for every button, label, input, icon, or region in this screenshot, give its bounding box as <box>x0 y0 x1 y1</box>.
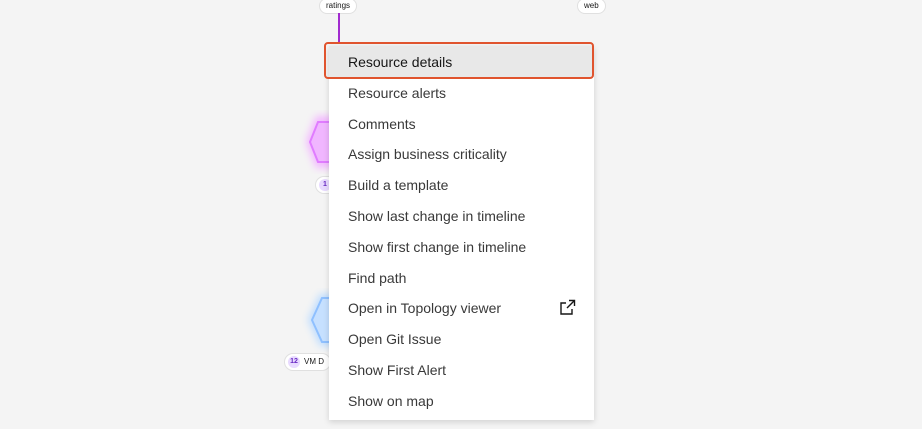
node-badge-12[interactable]: 12 VM D <box>284 353 331 371</box>
external-link-icon <box>560 299 576 315</box>
menu-item-show-first-change[interactable]: Show first change in timeline <box>329 231 594 262</box>
menu-item-show-first-alert[interactable]: Show First Alert <box>329 354 594 385</box>
menu-item-show-last-change[interactable]: Show last change in timeline <box>329 200 594 231</box>
menu-item-find-path[interactable]: Find path <box>329 262 594 293</box>
menu-item-label: Find path <box>348 269 407 286</box>
menu-item-label: Show First Alert <box>348 361 447 378</box>
menu-item-show-on-map[interactable]: Show on map <box>329 385 594 416</box>
node-label-web[interactable]: web <box>577 0 606 14</box>
menu-item-resource-alerts[interactable]: Resource alerts <box>329 77 594 108</box>
menu-item-open-git-issue[interactable]: Open Git Issue <box>329 323 594 354</box>
menu-item-assign-business-criticality[interactable]: Assign business criticality <box>329 138 594 169</box>
node-label-ratings[interactable]: ratings <box>319 0 358 14</box>
menu-item-label: Show last change in timeline <box>348 207 526 224</box>
menu-item-comments[interactable]: Comments <box>329 108 594 139</box>
context-menu: Resource details Resource alerts Comment… <box>329 46 594 420</box>
menu-item-label: Open in Topology viewer <box>348 299 502 316</box>
menu-item-resource-details[interactable]: Resource details <box>329 46 594 77</box>
badge-count: 12 <box>288 356 300 368</box>
menu-item-label: Assign business criticality <box>348 145 507 162</box>
menu-item-build-template[interactable]: Build a template <box>329 169 594 200</box>
badge-label: VM D <box>304 357 324 366</box>
menu-item-label: Open Git Issue <box>348 330 442 347</box>
menu-item-label: Show on map <box>348 392 434 409</box>
menu-item-label: Resource alerts <box>348 84 447 101</box>
menu-item-label: Comments <box>348 115 416 132</box>
menu-item-label: Show first change in timeline <box>348 238 527 255</box>
menu-item-label: Resource details <box>348 53 453 70</box>
menu-item-open-topology-viewer[interactable]: Open in Topology viewer <box>329 292 594 323</box>
graph-edge <box>338 13 340 43</box>
menu-item-label: Build a template <box>348 176 449 193</box>
